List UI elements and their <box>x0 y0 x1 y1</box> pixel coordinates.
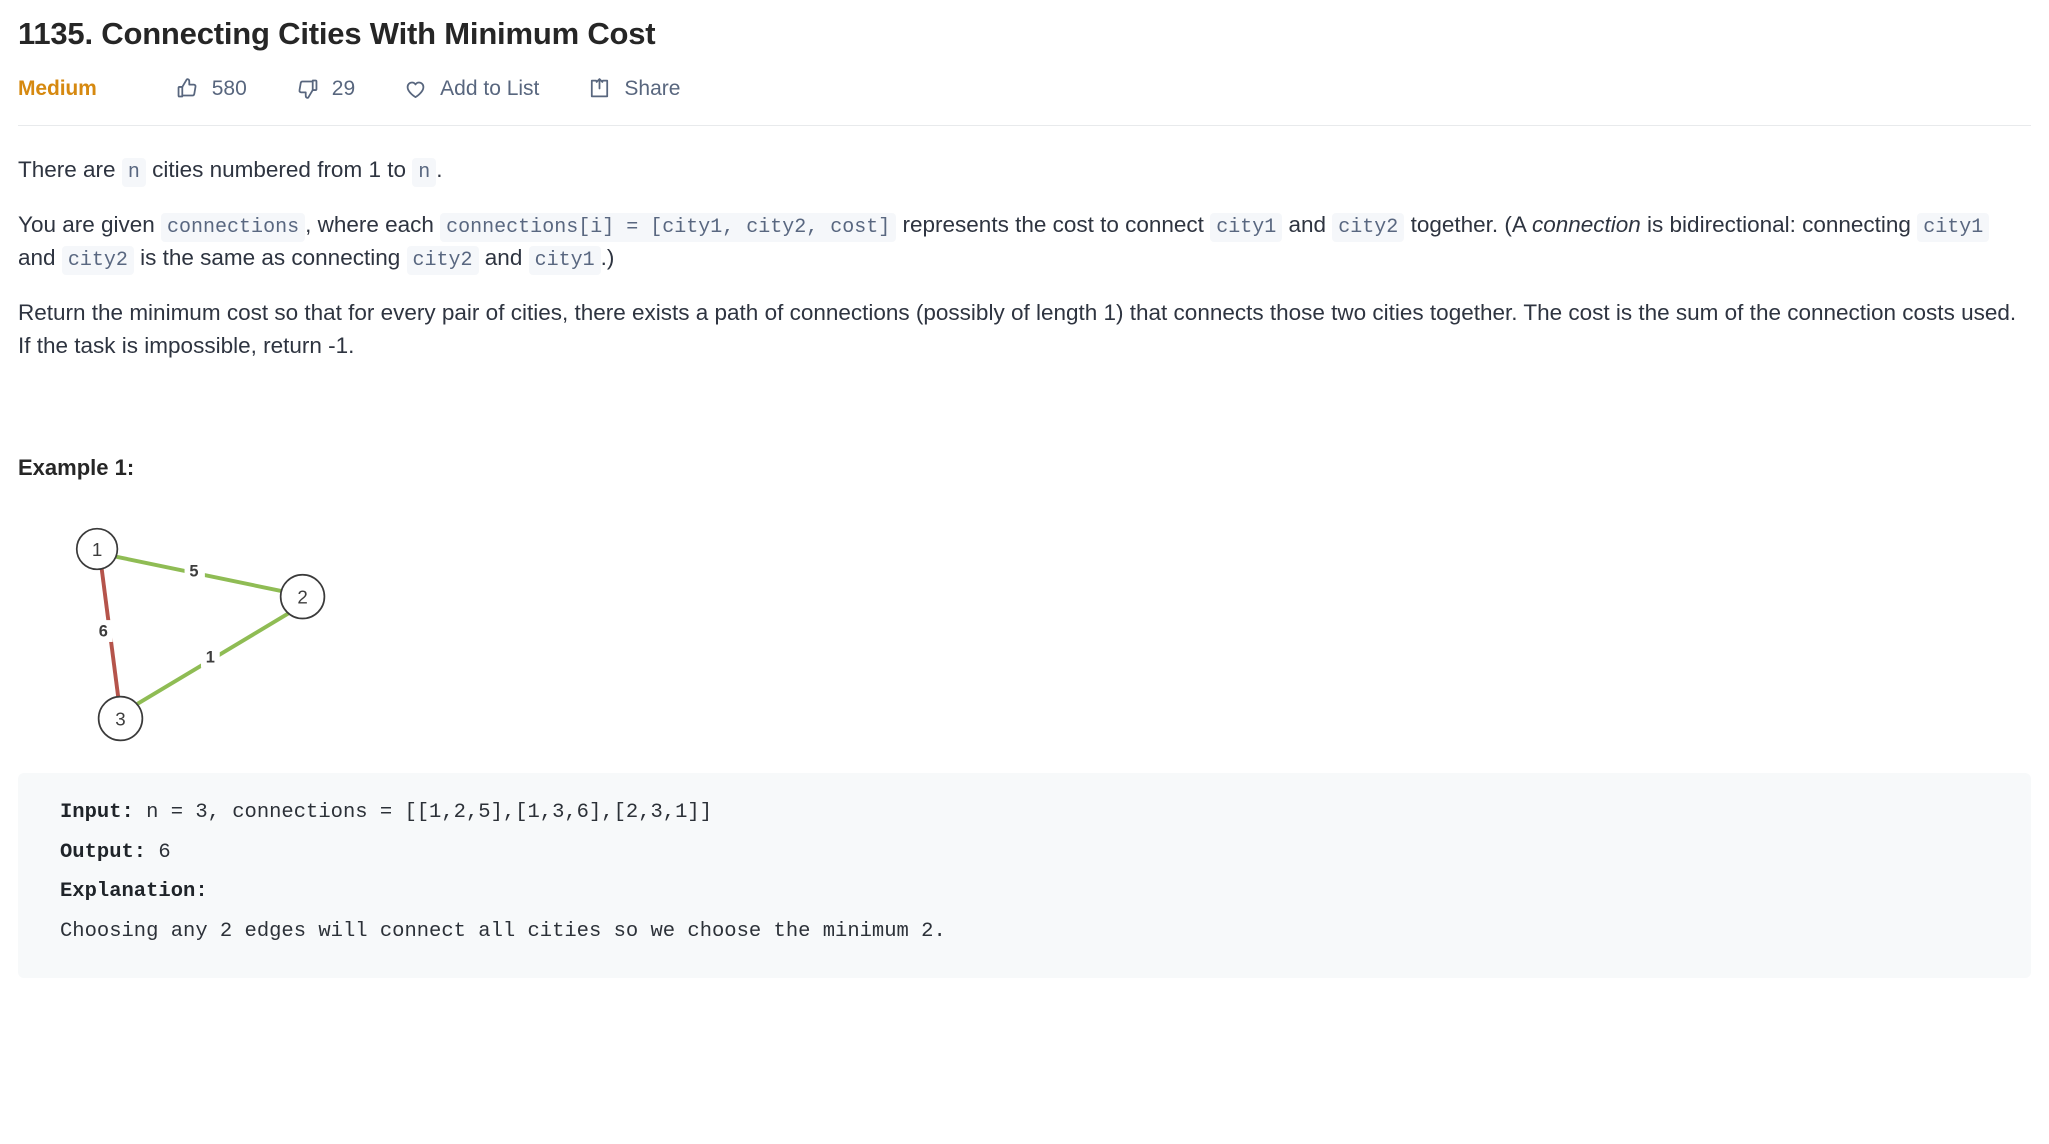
p1-text-c: . <box>436 157 443 183</box>
code-city1-c: city1 <box>528 246 601 276</box>
share-button[interactable]: Share <box>587 76 680 101</box>
problem-page: 1135. Connecting Cities With Minimum Cos… <box>0 0 2049 979</box>
example-output-line: Output: 6 <box>60 833 1989 873</box>
edge-label-5: 5 <box>189 562 198 580</box>
difficulty-badge: Medium <box>18 76 97 100</box>
heart-icon <box>403 76 428 101</box>
code-city1-b: city1 <box>1917 213 1990 243</box>
problem-description: There are n cities numbered from 1 to n.… <box>18 126 2031 979</box>
dislike-count: 29 <box>331 76 356 100</box>
p2-text-f: is bidirectional: connecting <box>1647 212 1911 238</box>
p2-text-c: represents the cost to connect <box>902 212 1204 238</box>
p2-text-d: and <box>1288 212 1327 238</box>
description-paragraph-2: You are given connections, where each co… <box>18 209 2031 276</box>
p2-text-j: .) <box>600 245 615 271</box>
p2-text-g: and <box>18 245 56 271</box>
code-city2-b: city2 <box>61 246 134 276</box>
example-input-line: Input: n = 3, connections = [[1,2,5],[1,… <box>60 793 1989 833</box>
output-label: Output: <box>60 840 147 864</box>
graph-svg: 5 6 1 1 2 3 <box>75 527 326 741</box>
input-label: Input: <box>60 800 134 824</box>
p2-text-i: and <box>484 245 523 271</box>
p1-text-a: There are <box>18 157 116 183</box>
graph-node-2-label: 2 <box>297 586 307 607</box>
example-heading: Example 1: <box>18 454 135 480</box>
input-value: n = 3, connections = [[1,2,5],[1,3,6],[2… <box>133 800 713 824</box>
example-explanation-label-line: Explanation: <box>60 872 1989 912</box>
add-to-list-label: Add to List <box>440 76 540 100</box>
description-paragraph-1: There are n cities numbered from 1 to n. <box>18 154 2031 188</box>
thumbs-up-icon <box>175 76 200 101</box>
code-connections-i: connections[i] = [city1, city2, cost] <box>440 213 897 243</box>
example-code-block: Input: n = 3, connections = [[1,2,5],[1,… <box>18 772 2031 979</box>
example-explanation-line: Choosing any 2 edges will connect all ci… <box>60 920 946 944</box>
p2-text-h: is the same as connecting <box>140 245 401 271</box>
share-label: Share <box>624 76 681 100</box>
description-paragraph-3: Return the minimum cost so that for ever… <box>18 300 2017 358</box>
thumbs-down-icon <box>295 76 320 101</box>
dislike-button[interactable]: 29 <box>295 76 355 101</box>
page-title: 1135. Connecting Cities With Minimum Cos… <box>18 16 656 51</box>
p2-text-a: You are given <box>18 212 155 238</box>
explanation-label: Explanation: <box>60 880 208 904</box>
graph-node-3-label: 3 <box>115 708 125 729</box>
graph-node-1-label: 1 <box>92 539 102 560</box>
code-n-1: n <box>121 158 146 188</box>
like-button[interactable]: 580 <box>175 76 247 101</box>
example-graph-figure: 5 6 1 1 2 3 <box>18 499 398 749</box>
code-city2-c: city2 <box>406 246 479 276</box>
code-n-2: n <box>412 158 437 188</box>
code-city1-a: city1 <box>1210 213 1283 243</box>
code-connections: connections <box>161 213 306 243</box>
p2-text-b: , where each <box>305 212 434 238</box>
edge-label-6: 6 <box>99 622 108 640</box>
like-count: 580 <box>211 76 247 100</box>
p2-text-e: together. (A <box>1410 212 1526 238</box>
output-value: 6 <box>146 840 171 864</box>
emphasis-connection: connection <box>1531 212 1641 238</box>
p1-text-b: cities numbered from 1 to <box>152 157 406 183</box>
add-to-list-button[interactable]: Add to List <box>403 76 539 101</box>
edge-label-1: 1 <box>206 648 215 666</box>
share-icon <box>587 76 612 101</box>
action-bar: Medium 580 29 Add to List Share <box>18 54 2031 101</box>
code-city2-a: city2 <box>1332 213 1405 243</box>
